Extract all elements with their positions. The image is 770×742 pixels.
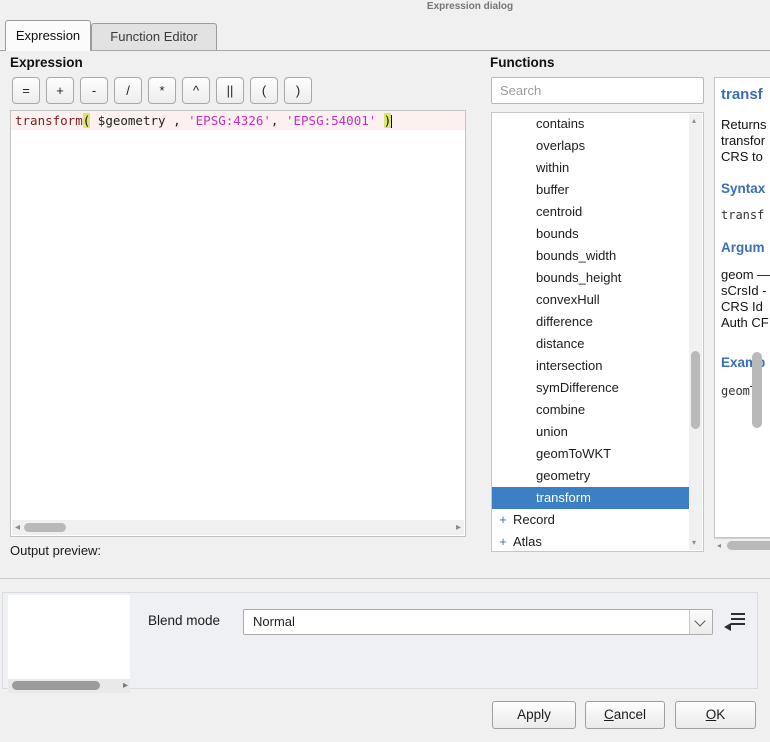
- help-argument-line: sCrsId -: [721, 283, 770, 299]
- function-list-item[interactable]: union: [492, 421, 690, 443]
- cancel-label-rest: ancel: [614, 707, 646, 722]
- preview-scrollbar-thumb[interactable]: [12, 681, 100, 690]
- operator-button-concat[interactable]: ||: [216, 77, 244, 104]
- ok-label-rest: K: [716, 707, 725, 722]
- function-group-atlas[interactable]: + Atlas: [492, 531, 690, 552]
- combo-arrow-box[interactable]: [689, 610, 712, 634]
- function-list-item[interactable]: geomToWKT: [492, 443, 690, 465]
- ok-button[interactable]: OK: [675, 701, 756, 729]
- operator-button-plus[interactable]: +: [46, 77, 74, 104]
- search-input[interactable]: [491, 77, 704, 104]
- help-argument-line: geom —: [721, 267, 770, 283]
- apply-button[interactable]: Apply: [492, 701, 576, 729]
- operator-button-power[interactable]: ^: [182, 77, 210, 104]
- function-list-item[interactable]: geometry: [492, 465, 690, 487]
- editor-scrollbar-thumb[interactable]: [24, 523, 66, 532]
- help-argument-line: Auth CF: [721, 315, 770, 331]
- function-list-item[interactable]: distance: [492, 333, 690, 355]
- chevron-down-icon: [694, 615, 705, 626]
- blend-mode-select[interactable]: Normal: [243, 609, 713, 635]
- function-list-item[interactable]: centroid: [492, 201, 690, 223]
- functions-heading: Functions: [490, 55, 555, 70]
- output-preview-label: Output preview:: [10, 543, 101, 558]
- help-examples-heading: Examp: [721, 355, 770, 370]
- blend-mode-label: Blend mode: [148, 613, 220, 628]
- function-list-item[interactable]: bounds: [492, 223, 690, 245]
- help-arguments: geom — sCrsId - CRS Id Auth CF: [721, 267, 770, 331]
- function-list[interactable]: contains overlaps within buffer centroid…: [491, 112, 704, 552]
- help-description: Returns transfor CRS to: [721, 117, 770, 165]
- cancel-button[interactable]: Cancel: [585, 701, 665, 729]
- token-comma-1: ,: [173, 113, 181, 128]
- function-list-item[interactable]: intersection: [492, 355, 690, 377]
- expression-editor[interactable]: transform( $geometry , 'EPSG:4326', 'EPS…: [10, 110, 466, 537]
- scroll-down-icon[interactable]: ▾: [692, 538, 696, 548]
- help-hscrollbar-thumb[interactable]: [727, 541, 770, 550]
- function-list-rows: contains overlaps within buffer centroid…: [492, 113, 690, 552]
- scroll-right-icon[interactable]: ▸: [123, 681, 128, 691]
- help-syntax-heading: Syntax: [721, 181, 770, 196]
- help-horizontal-scrollbar[interactable]: ◂: [714, 538, 770, 551]
- function-group-label: Atlas: [513, 534, 542, 549]
- function-list-item[interactable]: symDifference: [492, 377, 690, 399]
- operator-button-close-paren[interactable]: ): [284, 77, 312, 104]
- operator-toolbar: = + - / * ^ || ( ): [12, 77, 312, 104]
- operator-button-equals[interactable]: =: [12, 77, 40, 104]
- function-list-item[interactable]: bounds_height: [492, 267, 690, 289]
- function-list-item[interactable]: combine: [492, 399, 690, 421]
- function-group-label: Record: [513, 512, 555, 527]
- preview-horizontal-scrollbar[interactable]: ▸: [8, 679, 130, 693]
- function-list-item[interactable]: buffer: [492, 179, 690, 201]
- help-title: transf: [721, 86, 770, 103]
- help-description-line: Returns: [721, 117, 770, 133]
- help-example-code: geomT: [721, 384, 770, 398]
- help-description-line: transfor: [721, 133, 770, 149]
- function-list-item[interactable]: within: [492, 157, 690, 179]
- scroll-left-icon[interactable]: ◂: [717, 541, 721, 551]
- function-list-scrollbar-thumb[interactable]: [691, 351, 700, 429]
- help-scrollbar-thumb[interactable]: [752, 352, 762, 428]
- token-geometry-arg: $geometry: [90, 113, 173, 128]
- operator-button-open-paren[interactable]: (: [250, 77, 278, 104]
- token-close-bracket: ): [384, 113, 392, 128]
- help-argument-line: CRS Id: [721, 299, 770, 315]
- function-group-record[interactable]: + Record: [492, 509, 690, 531]
- ok-mnemonic: O: [706, 707, 717, 722]
- tab-function-editor[interactable]: Function Editor: [91, 23, 217, 50]
- dialog-title: Expression dialog: [427, 1, 513, 12]
- help-arguments-heading: Argum: [721, 240, 770, 255]
- expand-icon[interactable]: +: [497, 531, 509, 552]
- scroll-right-icon[interactable]: ▸: [456, 523, 461, 533]
- help-syntax-code: transf: [721, 208, 770, 222]
- expand-icon[interactable]: +: [497, 509, 509, 531]
- text-cursor: [391, 115, 392, 128]
- function-list-item[interactable]: difference: [492, 311, 690, 333]
- editor-horizontal-scrollbar[interactable]: ◂ ▸: [12, 520, 464, 535]
- dialog-divider: [0, 578, 770, 579]
- token-crs-source: 'EPSG:4326': [181, 113, 271, 128]
- expression-code-line: transform( $geometry , 'EPSG:4326', 'EPS…: [11, 111, 465, 130]
- data-defined-override-button[interactable]: [723, 611, 747, 634]
- help-description-line: CRS to: [721, 149, 770, 165]
- tab-expression[interactable]: Expression: [5, 20, 91, 51]
- operator-button-multiply[interactable]: *: [148, 77, 176, 104]
- function-list-item[interactable]: contains: [492, 113, 690, 135]
- function-list-scrollbar[interactable]: ▴ ▾: [689, 114, 702, 550]
- layer-preview-box[interactable]: [8, 595, 130, 679]
- function-help-panel: transf Returns transfor CRS to Syntax tr…: [714, 77, 770, 538]
- blend-mode-value: Normal: [253, 614, 295, 629]
- token-crs-dest: 'EPSG:54001': [278, 113, 383, 128]
- expression-heading: Expression: [10, 55, 83, 70]
- tabbar-divider: [0, 50, 770, 51]
- function-list-item[interactable]: overlaps: [492, 135, 690, 157]
- function-list-item[interactable]: bounds_width: [492, 245, 690, 267]
- cancel-mnemonic: C: [604, 707, 614, 722]
- operator-button-divide[interactable]: /: [114, 77, 142, 104]
- token-function-name: transform: [15, 113, 83, 128]
- function-list-item[interactable]: convexHull: [492, 289, 690, 311]
- scroll-up-icon[interactable]: ▴: [692, 116, 696, 126]
- scroll-left-icon[interactable]: ◂: [15, 523, 20, 533]
- function-list-item-selected[interactable]: transform: [492, 487, 690, 509]
- operator-button-minus[interactable]: -: [80, 77, 108, 104]
